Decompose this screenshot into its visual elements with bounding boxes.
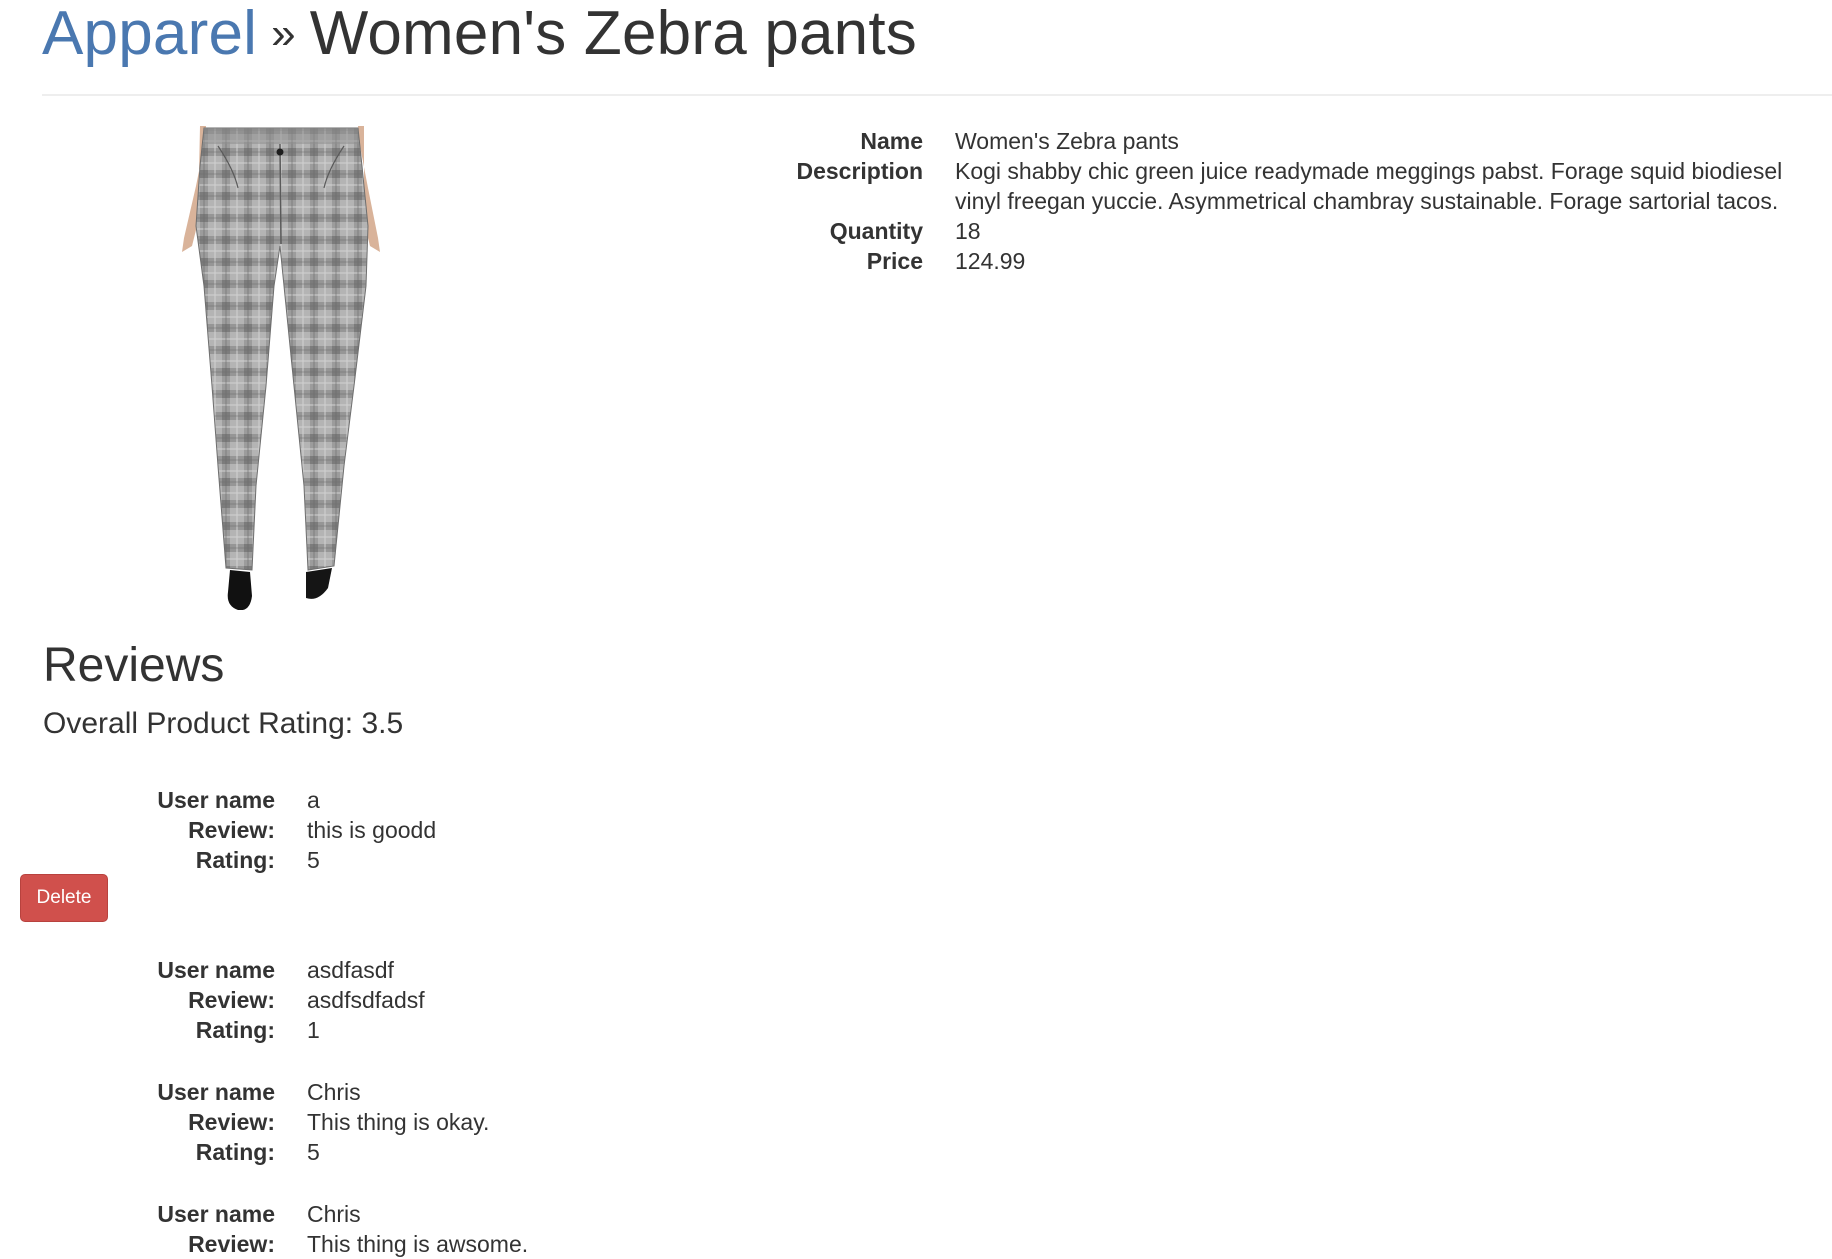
review-text-row: Review: This thing is okay. xyxy=(0,1107,900,1137)
detail-value: 124.99 xyxy=(955,248,1026,274)
review-text-row: Review: this is goodd xyxy=(0,815,900,845)
review-text-label: Review: xyxy=(188,987,275,1013)
review-rating-value: 5 xyxy=(307,1139,320,1165)
review-text-label: Review: xyxy=(188,817,275,843)
review-text-value: asdfsdfadsf xyxy=(307,987,425,1013)
review-user-label: User name xyxy=(157,1201,275,1227)
review-user-value: Chris xyxy=(307,1201,361,1227)
product-details: Name Women's Zebra pants Description Kog… xyxy=(780,126,1832,276)
review-user-label: User name xyxy=(157,1079,275,1105)
detail-value: Kogi shabby chic green juice readymade m… xyxy=(955,158,1783,214)
review-rating-row: Rating: 5 xyxy=(0,1137,900,1167)
detail-label: Quantity xyxy=(829,218,923,244)
review-item: User name asdfasdf Review: asdfsdfadsf R… xyxy=(0,955,900,1045)
detail-row-description: Description Kogi shabby chic green juice… xyxy=(780,156,1832,216)
review-rating-row: Rating: 5 xyxy=(0,845,900,875)
review-rating-row: Rating: 1 xyxy=(0,1015,900,1045)
review-rating-label: Rating: xyxy=(195,1139,275,1165)
review-user-value: a xyxy=(307,787,320,813)
review-text-value: this is goodd xyxy=(307,817,437,843)
review-item: User name Chris Review: This thing is ok… xyxy=(0,1077,900,1167)
review-text-value: This thing is okay. xyxy=(307,1109,490,1135)
product-title: Women's Zebra pants xyxy=(309,0,917,68)
breadcrumb-separator: » xyxy=(271,9,296,58)
breadcrumb-category-link[interactable]: Apparel xyxy=(42,0,257,68)
product-image xyxy=(182,126,380,610)
review-rating-label: Rating: xyxy=(195,847,275,873)
detail-row-name: Name Women's Zebra pants xyxy=(780,126,1832,156)
review-text-row: Review: asdfsdfadsf xyxy=(0,985,900,1015)
review-user-label: User name xyxy=(157,957,275,983)
review-item: User name Chris Review: This thing is aw… xyxy=(0,1199,900,1259)
review-user-value: Chris xyxy=(307,1079,361,1105)
detail-value: 18 xyxy=(955,218,981,244)
delete-review-button[interactable]: Delete xyxy=(20,874,108,922)
review-user-label: User name xyxy=(157,787,275,813)
page-header: Apparel » Women's Zebra pants xyxy=(42,0,1832,96)
review-user-row: User name Chris xyxy=(0,1077,900,1107)
detail-label: Price xyxy=(866,248,923,274)
review-item: User name a Review: this is goodd Rating… xyxy=(0,785,900,875)
detail-value: Women's Zebra pants xyxy=(955,128,1179,154)
review-text-label: Review: xyxy=(188,1231,275,1257)
review-rating-label: Rating: xyxy=(195,1017,275,1043)
detail-row-quantity: Quantity 18 xyxy=(780,216,1832,246)
review-user-value: asdfasdf xyxy=(307,957,394,983)
detail-label: Name xyxy=(860,128,923,154)
overall-rating: Overall Product Rating: 3.5 xyxy=(43,707,404,740)
detail-label: Description xyxy=(796,158,923,184)
review-rating-value: 1 xyxy=(307,1017,320,1043)
review-user-row: User name asdfasdf xyxy=(0,955,900,985)
page-title: Apparel » Women's Zebra pants xyxy=(42,0,917,68)
reviews-heading: Reviews xyxy=(43,639,225,692)
review-user-row: User name Chris xyxy=(0,1199,900,1229)
review-text-row: Review: This thing is awsome. xyxy=(0,1229,900,1259)
review-rating-value: 5 xyxy=(307,847,320,873)
detail-row-price: Price 124.99 xyxy=(780,246,1832,276)
review-user-row: User name a xyxy=(0,785,900,815)
review-text-value: This thing is awsome. xyxy=(307,1231,529,1257)
review-text-label: Review: xyxy=(188,1109,275,1135)
